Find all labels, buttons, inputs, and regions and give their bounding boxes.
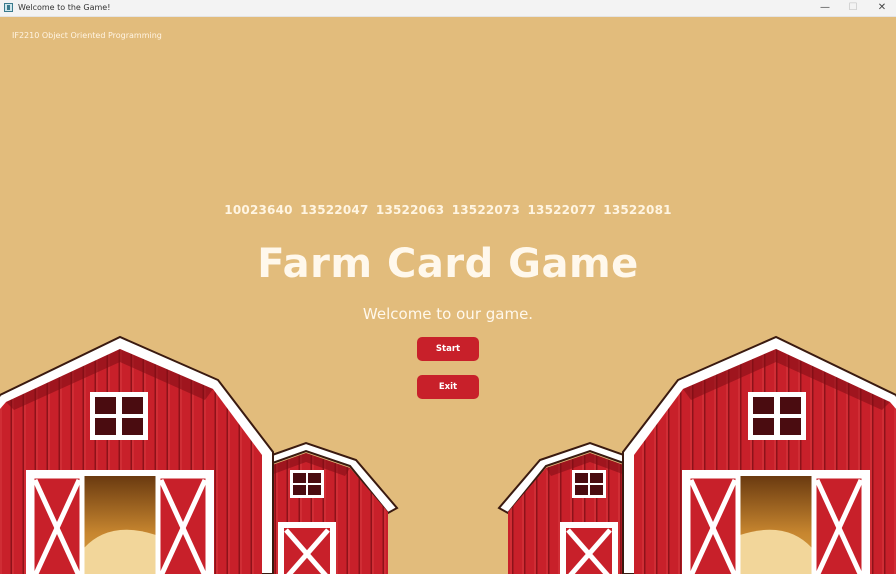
barn-illustration-right (0, 0, 896, 574)
